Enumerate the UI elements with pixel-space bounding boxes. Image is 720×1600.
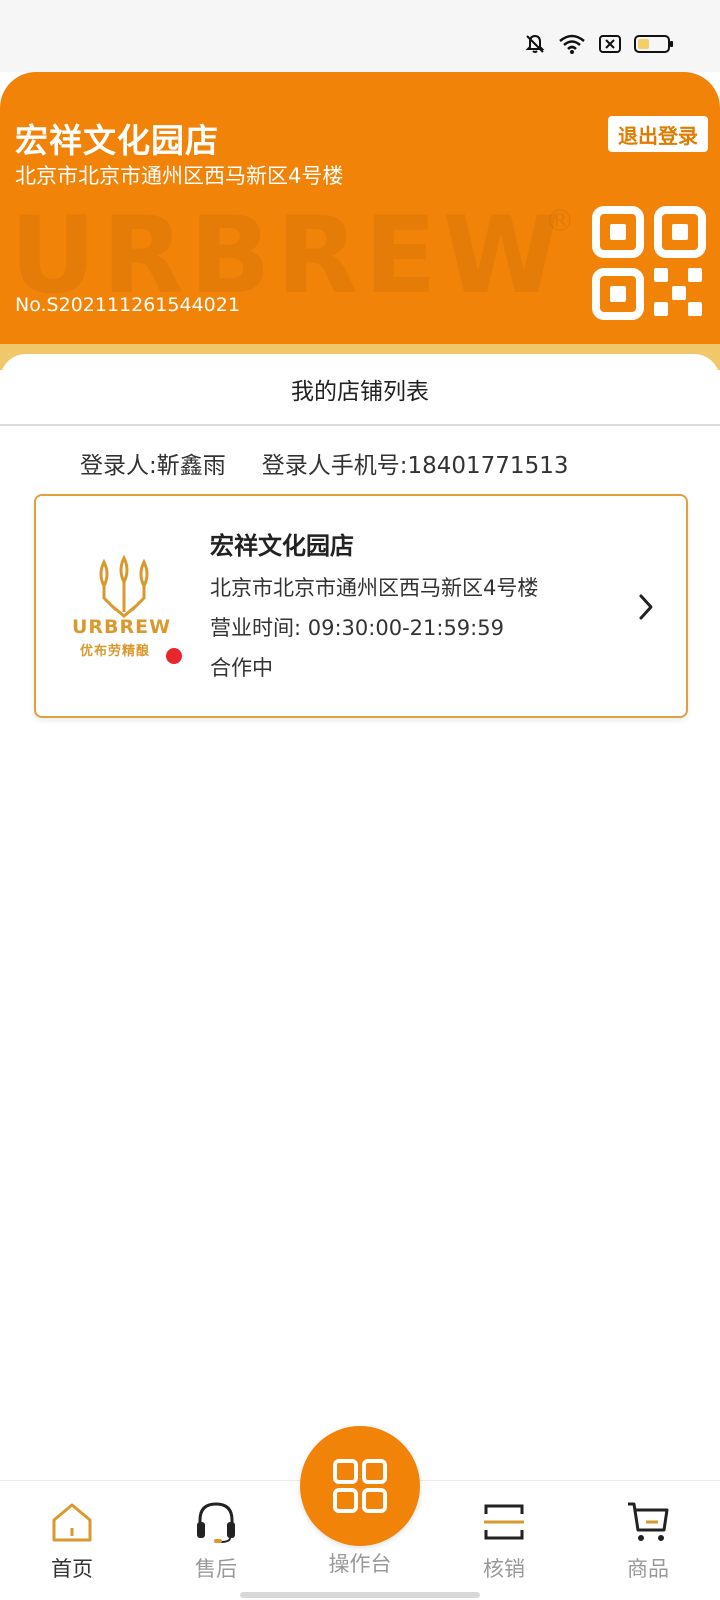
store-status: 合作中	[210, 656, 273, 680]
login-info: 登录人:靳鑫雨 登录人手机号:18401771513	[80, 446, 568, 480]
list-title: 我的店铺列表	[0, 354, 720, 426]
shop-header: URBREW ® 宏祥文化园店 北京市北京市通州区西马新区4号楼 No.S202…	[0, 72, 720, 370]
status-icons	[524, 33, 674, 55]
tab-verify-label: 核销	[483, 1557, 525, 1581]
shop-address: 北京市北京市通州区西马新区4号楼	[15, 164, 344, 188]
workbench-button[interactable]	[300, 1426, 420, 1546]
registered-mark: ®	[545, 204, 575, 239]
home-icon	[52, 1503, 92, 1542]
tab-verify[interactable]: 核销	[444, 1481, 564, 1600]
login-phone-label: 登录人手机号:	[261, 453, 408, 479]
store-address: 北京市北京市通州区西马新区4号楼	[210, 576, 539, 600]
login-user-label: 登录人:	[80, 453, 157, 479]
store-hours: 营业时间: 09:30:00-21:59:59	[210, 616, 504, 640]
tab-products-label: 商品	[627, 1557, 669, 1581]
grid-icon	[333, 1459, 387, 1513]
shop-title: 宏祥文化园店	[15, 121, 219, 160]
tab-products[interactable]: 商品	[588, 1481, 708, 1600]
battery-icon	[634, 35, 673, 53]
store-card[interactable]: URBREW 优布劳精酿 宏祥文化园店 北京市北京市通州区西马新区4号楼 营业时…	[34, 494, 688, 718]
tab-after-sales[interactable]: 售后	[156, 1481, 276, 1600]
tab-after-sales-label: 售后	[195, 1557, 237, 1581]
scan-icon	[484, 1504, 524, 1540]
logo-text-en: URBREW	[72, 616, 172, 638]
wifi-icon	[559, 34, 585, 54]
tab-home[interactable]: 首页	[12, 1481, 132, 1600]
qr-code-icon[interactable]	[592, 206, 708, 322]
status-dot	[166, 648, 182, 664]
login-user-name: 靳鑫雨	[156, 453, 226, 479]
logo-text-cn: 优布劳精酿	[80, 644, 151, 659]
sim-disabled-icon	[599, 35, 621, 53]
status-bar	[0, 0, 720, 72]
cart-icon	[628, 1502, 669, 1541]
home-indicator[interactable]	[240, 1592, 480, 1598]
tab-home-label: 首页	[51, 1557, 93, 1581]
headset-icon	[197, 1502, 235, 1543]
tab-workbench-label: 操作台	[328, 1552, 392, 1576]
chevron-right-icon	[639, 594, 653, 620]
login-phone: 18401771513	[407, 453, 569, 479]
logout-button[interactable]: 退出登录	[608, 116, 708, 152]
mute-bell-icon	[525, 34, 545, 53]
store-name: 宏祥文化园店	[210, 532, 354, 560]
store-number: No.S202111261544021	[15, 294, 240, 316]
